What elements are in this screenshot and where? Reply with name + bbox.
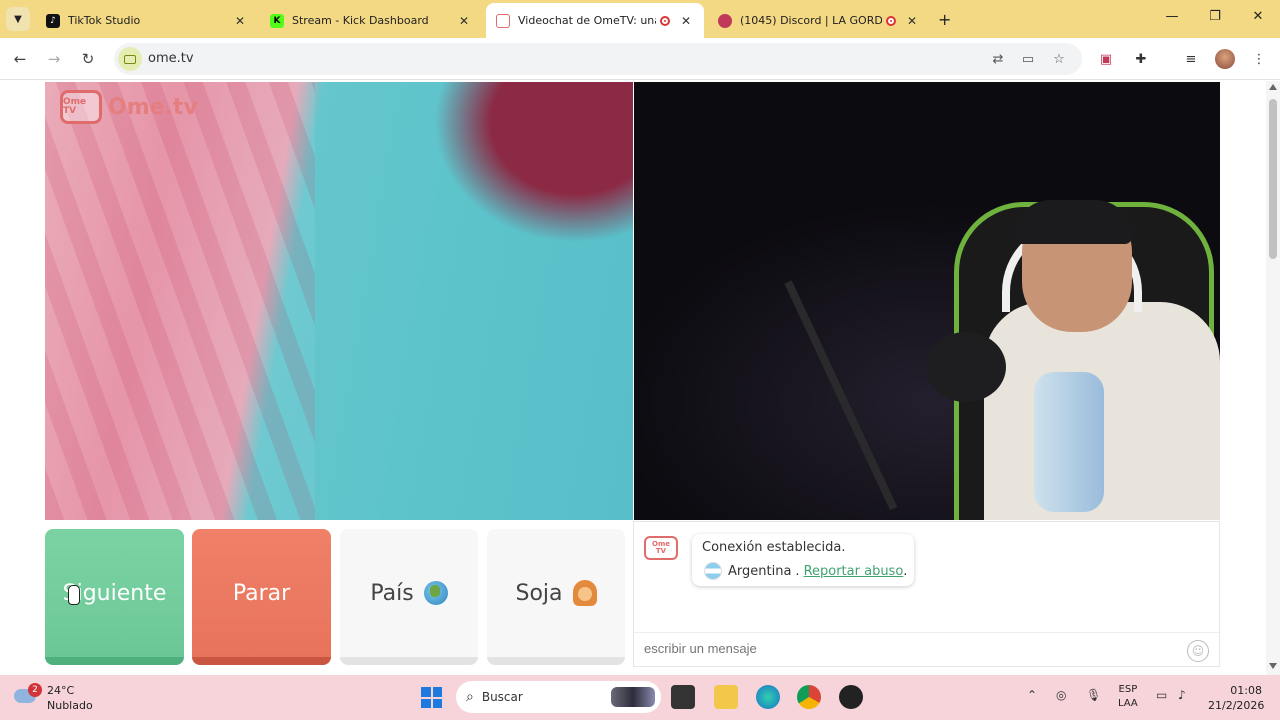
maximize-button[interactable]: ❐ [1195, 9, 1235, 24]
discord-icon [718, 13, 732, 28]
stop-button-label: Parar [232, 580, 291, 606]
new-tab-button[interactable]: + [938, 10, 951, 29]
argentina-flag-icon [704, 562, 722, 580]
tab-title: (1045) Discord | LA GORDA [740, 14, 882, 27]
task-view-icon[interactable] [671, 685, 695, 709]
windows-taskbar: 2 24°C Nublado ⌕ Buscar ⌃ ◎ 🎙 ESP LAA ▭ … [0, 675, 1280, 720]
ometv-tv-icon: Ome TV [60, 90, 102, 124]
weather-widget[interactable]: 2 24°C Nublado [14, 683, 93, 713]
connection-status: Conexión establecida. [702, 540, 846, 555]
date: 21/2/2026 [1208, 699, 1265, 712]
globe-icon [423, 581, 448, 605]
gender-button-label: Soja [515, 580, 563, 606]
country-button[interactable]: País [340, 529, 478, 665]
site-camera-icon[interactable] [118, 47, 142, 71]
girl-emoji-icon [572, 580, 597, 606]
gender-button[interactable]: Soja [487, 529, 625, 665]
scroll-down-arrow-icon[interactable] [1269, 663, 1277, 669]
weather-condition: Nublado [47, 699, 93, 712]
windows-start-icon[interactable] [421, 687, 442, 708]
microphone-icon[interactable]: 🎙 [1086, 688, 1101, 702]
close-tab-icon[interactable]: ✕ [678, 14, 694, 28]
network-icon[interactable]: ▭ [1156, 688, 1167, 702]
tiktok-icon: ♪ [46, 13, 60, 28]
extensions-puzzle-icon[interactable]: ✚ [1131, 49, 1151, 69]
address-bar[interactable]: ome.tv ⇄ ▭ ☆ [114, 43, 1082, 75]
search-highlight-icon [611, 687, 655, 707]
chrome-icon[interactable] [797, 685, 821, 709]
logo-text: Ome.tv [108, 94, 198, 120]
tab-search-button[interactable]: ▼ [6, 7, 30, 31]
input-language[interactable]: ESP LAA [1118, 683, 1138, 711]
file-explorer-icon[interactable] [714, 685, 738, 709]
obs-icon[interactable] [839, 685, 863, 709]
cloud-icon: 2 [14, 683, 42, 703]
search-icon: ⌕ [466, 689, 474, 705]
tab-title: Videochat de OmeTV: una a [518, 14, 656, 27]
tray-app-icon[interactable]: ◎ [1056, 688, 1066, 702]
message-input[interactable] [644, 641, 1164, 656]
system-clock[interactable]: 01:08 21/2/2026 [1208, 683, 1265, 713]
close-window-button[interactable]: ✕ [1238, 9, 1278, 24]
notification-badge: 2 [28, 683, 42, 697]
page-scrollbar[interactable] [1266, 81, 1280, 675]
recording-icon [886, 15, 896, 26]
ometv-icon [496, 13, 510, 28]
lang-line1: ESP [1118, 684, 1138, 695]
time: 01:08 [1230, 684, 1262, 697]
scroll-up-arrow-icon[interactable] [1269, 84, 1277, 90]
close-tab-icon[interactable]: ✕ [904, 14, 920, 28]
back-arrow-icon[interactable]: ← [9, 48, 31, 70]
emoji-smiley-icon[interactable]: ☺ [1187, 640, 1209, 662]
reload-icon[interactable]: ↻ [77, 48, 99, 70]
remote-video [634, 82, 1220, 520]
tab-ometv[interactable]: Videochat de OmeTV: una a ✕ [486, 3, 704, 38]
close-tab-icon[interactable]: ✕ [456, 14, 472, 28]
edge-icon[interactable] [756, 685, 780, 709]
tab-title: TikTok Studio [68, 14, 141, 27]
more-menu-icon[interactable]: ⋮ [1249, 49, 1269, 69]
show-hidden-icons-chevron[interactable]: ⌃ [1027, 688, 1037, 702]
local-video [45, 82, 633, 520]
country-button-label: País [370, 580, 414, 606]
taskbar-search[interactable]: ⌕ Buscar [456, 681, 661, 713]
report-end: . [903, 563, 908, 579]
lang-line2: LAA [1118, 698, 1138, 709]
temperature: 24°C [47, 684, 75, 697]
recording-icon [660, 15, 670, 26]
partner-country: Argentina . Reportar abuso . [704, 562, 907, 580]
report-abuse-link[interactable]: Reportar abuso [804, 564, 904, 579]
tab-title: Stream - Kick Dashboard [292, 14, 429, 27]
browser-toolbar: ← → ↻ ome.tv ⇄ ▭ ☆ ▣ ✚ ≡ ⋮ [0, 38, 1280, 80]
extension-record-icon[interactable]: ▣ [1096, 49, 1116, 69]
tab-discord[interactable]: (1045) Discord | LA GORDA ✕ [708, 3, 930, 38]
tab-strip: ▼ ♪ TikTok Studio ✕ K Stream - Kick Dash… [0, 0, 1280, 38]
media-control-icon[interactable]: ≡ [1181, 49, 1201, 69]
forward-arrow-icon[interactable]: → [43, 48, 65, 70]
chat-panel: Ome TV Conexión establecida. Argentina .… [633, 521, 1220, 667]
chat-input-area: ☺ [634, 632, 1219, 666]
url-text[interactable]: ome.tv [148, 51, 194, 66]
bookmark-star-icon[interactable]: ☆ [1049, 49, 1069, 69]
chevron-down-icon: ▼ [14, 13, 22, 25]
mouse-cursor-icon [68, 585, 80, 605]
translate-icon[interactable]: ⇄ [988, 49, 1008, 69]
tab-kick-dashboard[interactable]: K Stream - Kick Dashboard ✕ [260, 3, 482, 38]
ometv-chat-icon: Ome TV [644, 536, 678, 560]
ometv-logo: Ome TV Ome.tv [60, 90, 198, 124]
kick-icon: K [270, 13, 284, 28]
stop-button[interactable]: Parar [192, 529, 331, 665]
minimize-button[interactable]: — [1152, 9, 1192, 24]
separator: . [795, 563, 800, 579]
scrollbar-thumb[interactable] [1269, 99, 1277, 259]
tab-tiktok-studio[interactable]: ♪ TikTok Studio ✕ [36, 3, 258, 38]
system-message: Conexión establecida. Argentina . Report… [692, 534, 914, 586]
cast-icon[interactable]: ▭ [1018, 49, 1038, 69]
next-button[interactable]: Siguiente [45, 529, 184, 665]
search-label: Buscar [481, 690, 523, 704]
volume-icon[interactable]: ♪ [1178, 688, 1186, 702]
close-tab-icon[interactable]: ✕ [232, 14, 248, 28]
country-name: Argentina [728, 563, 792, 579]
profile-avatar[interactable] [1215, 49, 1235, 69]
